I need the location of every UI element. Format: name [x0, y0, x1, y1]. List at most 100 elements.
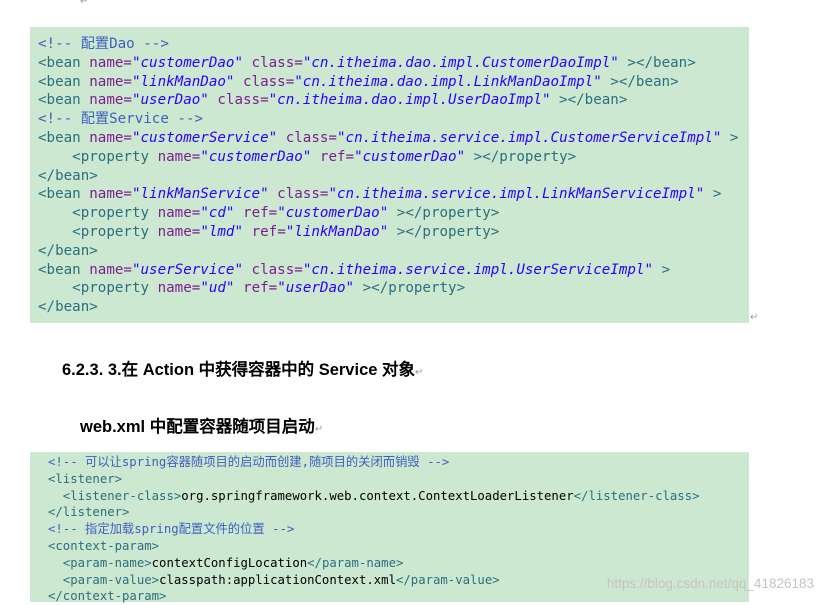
code-token: class=	[208, 92, 269, 109]
code-token: <param-value>	[48, 572, 160, 587]
code-token: </context-param>	[48, 589, 167, 604]
code-token: "ud"	[200, 280, 235, 297]
code-token: class=	[234, 73, 295, 90]
code-token: <listener-class>	[48, 488, 182, 503]
code-token: <property	[38, 223, 158, 240]
code-token: name=	[157, 205, 201, 222]
code-token: ref=	[234, 280, 278, 297]
code-token: ></property>	[388, 223, 500, 240]
sub-heading-text: web.xml 中配置容器随项目启动	[80, 418, 315, 436]
code-token: >	[721, 129, 739, 146]
code-token: ></property>	[465, 148, 577, 165]
code-token: <bean	[38, 129, 90, 146]
code-token: <listener>	[48, 471, 123, 486]
paragraph-mark: ↵	[80, 0, 89, 7]
code-line: <!-- 指定加载spring配置文件的位置 -->	[30, 521, 749, 538]
code-token: "customerDao"	[277, 205, 389, 222]
code-token: org.springframework.web.context.ContextL…	[181, 488, 574, 503]
code-token: <bean	[38, 92, 90, 109]
code-token: </listener>	[48, 505, 130, 520]
code-line: <property name="ud" ref="userDao" ></pro…	[30, 279, 749, 298]
code-token: <bean	[38, 186, 90, 203]
code-token: name=	[89, 54, 132, 71]
code-token: <bean	[38, 73, 90, 90]
code-token: "customerDao"	[200, 148, 312, 165]
code-token: "linkManDao"	[285, 223, 389, 240]
code-token: "cn.itheima.service.impl.CustomerService…	[336, 129, 722, 146]
code-line: <property name="cd" ref="customerDao" ><…	[30, 204, 749, 223]
code-line: <context-param>	[30, 538, 749, 555]
code-line: <property name="lmd" ref="linkManDao" ><…	[30, 223, 749, 242]
code-token: ref=	[243, 223, 286, 240]
code-token: "cn.itheima.dao.impl.LinkManDaoImpl"	[294, 73, 602, 90]
code-token: "cn.itheima.service.impl.UserServiceImpl…	[302, 261, 654, 278]
code-token: "linkManService"	[131, 186, 269, 203]
code-token: "cd"	[200, 205, 235, 222]
code-token: name=	[157, 148, 201, 165]
code-line: <bean name="customerDao" class="cn.ithei…	[30, 54, 749, 73]
code-line: <!-- 配置Service -->	[30, 110, 749, 129]
code-token: <property	[38, 280, 158, 297]
code-token: "userDao"	[131, 92, 209, 109]
code-token: classpath:applicationContext.xml	[159, 572, 396, 587]
code-token: <!-- 配置Service -->	[38, 111, 204, 128]
code-token: <!-- 配置Dao -->	[38, 36, 169, 52]
code-line: <listener>	[30, 471, 749, 488]
section-heading-text: 6.2.3. 3.在 Action 中获得容器中的 Service 对象	[62, 361, 416, 379]
paragraph-mark: ↵	[750, 312, 759, 323]
code-token: </bean>	[38, 299, 98, 316]
code-token: "customerDao"	[354, 148, 466, 165]
code-token: </listener-class>	[573, 488, 700, 503]
paragraph-mark: ↵	[415, 367, 424, 378]
code-token: "customerDao"	[131, 54, 244, 71]
code-token: name=	[89, 261, 132, 278]
code-line: <bean name="linkManService" class="cn.it…	[30, 185, 749, 204]
code-line: <bean name="linkManDao" class="cn.itheim…	[30, 73, 749, 92]
code-line: <!-- 配置Dao -->	[30, 35, 749, 54]
code-token: "userService"	[131, 261, 244, 278]
code-line: <property name="customerDao" ref="custom…	[30, 148, 749, 167]
code-token: name=	[157, 280, 201, 297]
code-token: "lmd"	[200, 223, 244, 240]
code-line: </listener>	[30, 504, 749, 521]
code-token: <property	[38, 148, 158, 165]
code-line: </bean>	[30, 167, 749, 186]
code-token: "cn.itheima.dao.impl.CustomerDaoImpl"	[302, 54, 619, 71]
code-token: <context-param>	[48, 538, 160, 553]
code-token: class=	[243, 54, 303, 71]
code-token: ></bean>	[550, 92, 628, 109]
code-token: "userDao"	[277, 280, 355, 297]
code-line: <param-name>contextConfigLocation</param…	[30, 555, 749, 572]
code-token: class=	[277, 129, 337, 146]
code-token: class=	[243, 261, 303, 278]
code-line: <bean name="userDao" class="cn.itheima.d…	[30, 91, 749, 110]
code-token: name=	[89, 73, 132, 90]
code-token: >	[653, 261, 671, 278]
code-token: </param-value>	[395, 572, 500, 587]
code-token: name=	[89, 129, 132, 146]
section-heading: 6.2.3. 3.在 Action 中获得容器中的 Service 对象↵	[62, 356, 423, 380]
code-token: </bean>	[38, 242, 98, 259]
code-token: name=	[89, 92, 132, 109]
code-line: <listener-class>org.springframework.web.…	[30, 488, 749, 505]
code-line: </bean>	[30, 298, 749, 317]
code-token: <property	[38, 205, 158, 222]
code-token: ></property>	[354, 280, 466, 297]
code-token: <!-- 可以让spring容器随项目的启动而创建,随项目的关闭而销毁 -->	[48, 455, 450, 469]
code-token: ></bean>	[601, 73, 679, 90]
code-token: "customerService"	[131, 129, 278, 146]
code-token: name=	[89, 186, 132, 203]
code-token: ref=	[234, 205, 278, 222]
code-token: <bean	[38, 261, 90, 278]
code-token: >	[704, 186, 722, 203]
code-line: <bean name="customerService" class="cn.i…	[30, 129, 749, 148]
code-token: name=	[157, 223, 201, 240]
code-token: "cn.itheima.dao.impl.UserDaoImpl"	[268, 92, 551, 109]
code-token: contextConfigLocation	[151, 555, 308, 570]
sub-heading: web.xml 中配置容器随项目启动↵	[80, 413, 323, 437]
code-token: ></property>	[388, 205, 500, 222]
paragraph-mark: ↵	[314, 424, 324, 435]
code-token: </param-name>	[307, 555, 404, 570]
code-line: <!-- 可以让spring容器随项目的启动而创建,随项目的关闭而销毁 -->	[30, 454, 749, 471]
code-token: "linkManDao"	[131, 73, 235, 90]
